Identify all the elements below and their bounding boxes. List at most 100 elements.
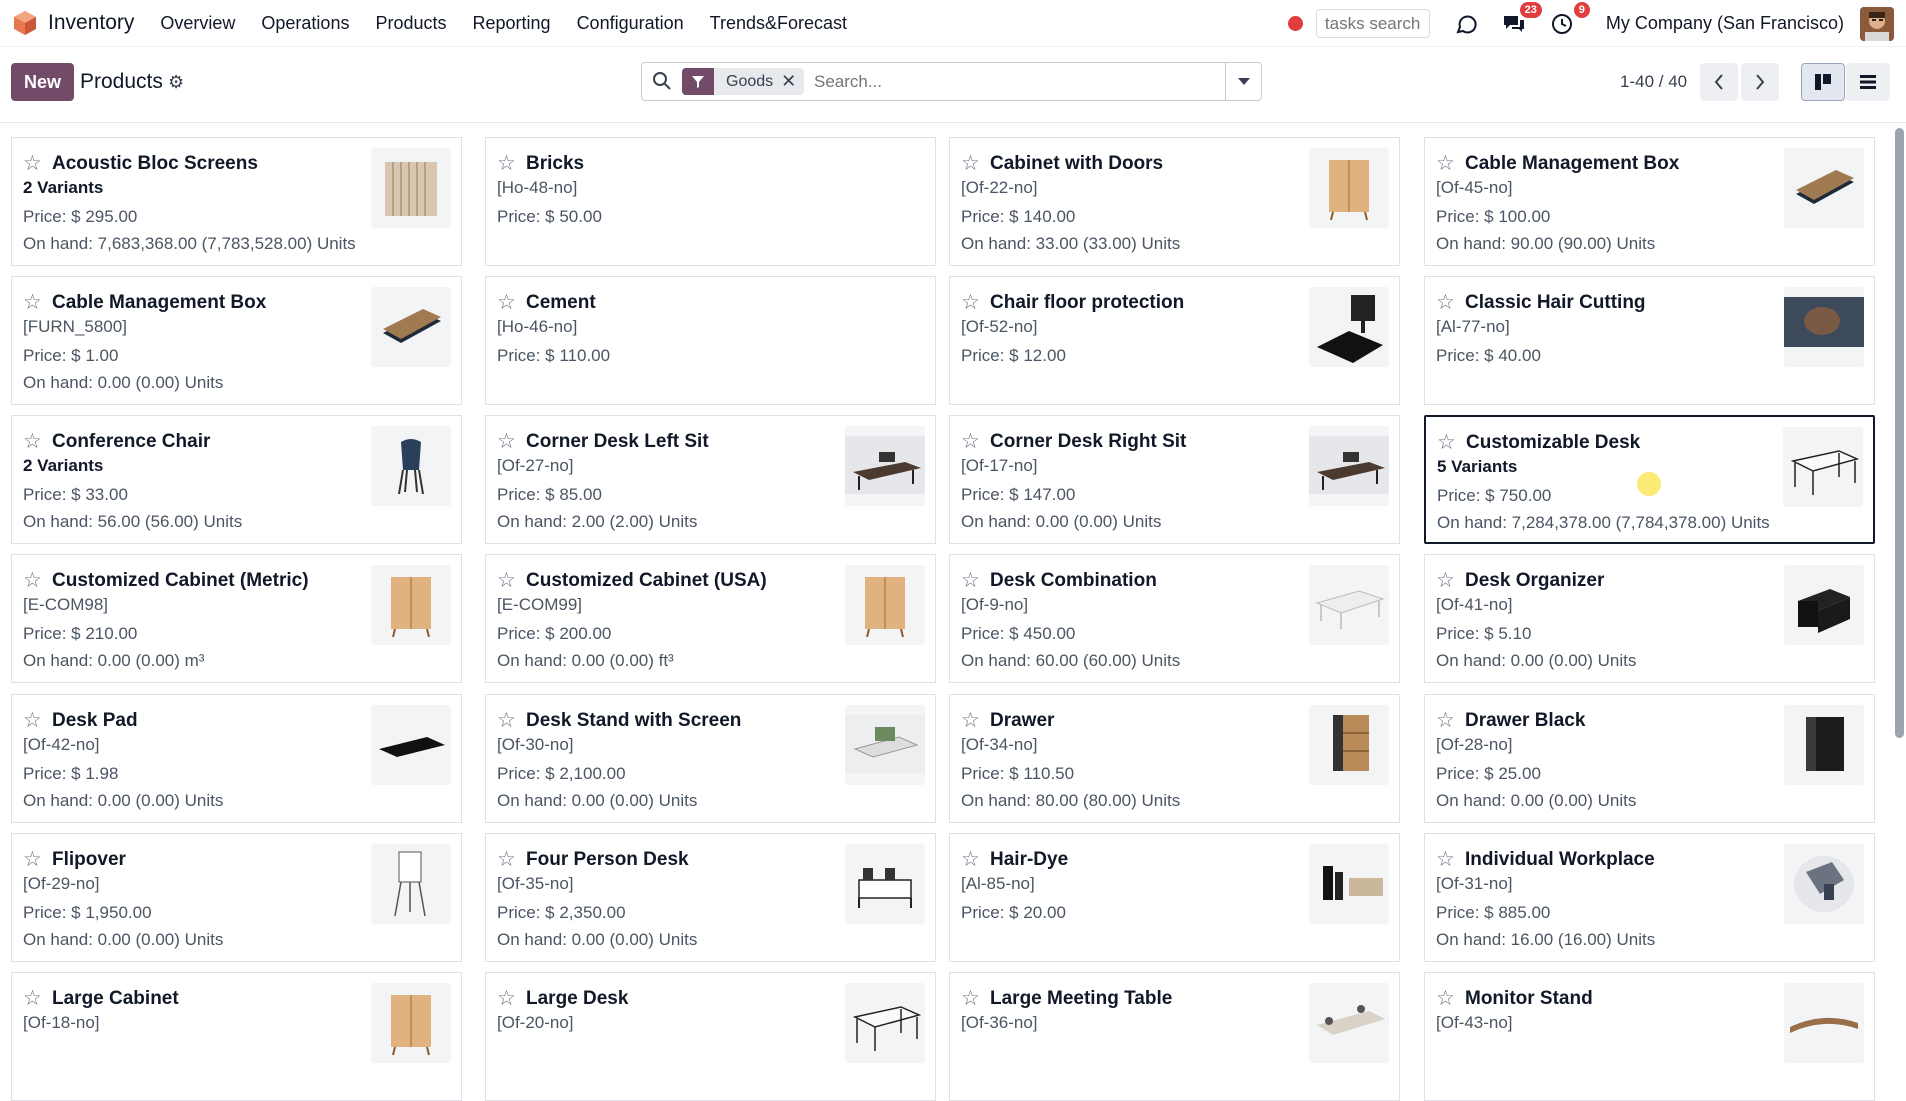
product-reference: [Of-52-no] xyxy=(961,317,1038,336)
product-name: Chair floor protection xyxy=(990,292,1185,313)
product-name: Large Desk xyxy=(526,988,629,1009)
product-price: Price: $ 140.00 xyxy=(961,207,1076,226)
product-name: Desk Combination xyxy=(990,570,1157,591)
product-image xyxy=(1784,705,1864,785)
favorite-star-icon[interactable]: ☆ xyxy=(23,429,42,454)
product-price: Price: $ 5.10 xyxy=(1436,624,1532,643)
product-name: Four Person Desk xyxy=(526,849,689,870)
product-price: Price: $ 2,100.00 xyxy=(497,764,626,783)
favorite-star-icon[interactable]: ☆ xyxy=(497,568,516,593)
favorite-star-icon[interactable]: ☆ xyxy=(1436,290,1455,315)
favorite-star-icon[interactable]: ☆ xyxy=(961,568,980,593)
product-card[interactable]: ☆ Monitor Stand [Of-43-no] xyxy=(1424,972,1875,1101)
favorite-star-icon[interactable]: ☆ xyxy=(497,429,516,454)
favorite-star-icon[interactable]: ☆ xyxy=(23,151,42,176)
product-reference: [Of-31-no] xyxy=(1436,874,1513,893)
product-name: Desk Stand with Screen xyxy=(526,710,742,731)
product-card[interactable]: ☆ Classic Hair Cutting [Al-77-no] Price: $ … xyxy=(1424,276,1875,405)
product-reference: [E-COM99] xyxy=(497,595,583,614)
product-price: Price: $ 12.00 xyxy=(961,346,1066,365)
favorite-star-icon[interactable]: ☆ xyxy=(1436,986,1455,1011)
favorite-star-icon[interactable]: ☆ xyxy=(961,847,980,872)
product-image xyxy=(1784,148,1864,228)
product-name: Cable Management Box xyxy=(1465,153,1680,174)
product-card[interactable]: ☆ Large Meeting Table [Of-36-no] xyxy=(949,972,1400,1101)
product-variants: 2 Variants xyxy=(23,178,104,197)
product-card[interactable]: ☆ Corner Desk Left Sit [Of-27-no] Price: $ … xyxy=(485,415,936,544)
product-reference: [Of-17-no] xyxy=(961,456,1038,475)
product-on-hand: On hand: 0.00 (0.00) Units xyxy=(497,930,698,949)
product-card[interactable]: ☆ Bricks [Ho-48-no] Price: $ 50.00 xyxy=(485,137,936,266)
product-reference: [Of-29-no] xyxy=(23,874,100,893)
favorite-star-icon[interactable]: ☆ xyxy=(961,290,980,315)
product-image xyxy=(1309,426,1389,506)
product-card[interactable]: ☆ Conference Chair 2 Variants Price: $ 33.0… xyxy=(11,415,462,544)
favorite-star-icon[interactable]: ☆ xyxy=(961,986,980,1011)
product-card[interactable]: ☆ Corner Desk Right Sit [Of-17-no] Price: $… xyxy=(949,415,1400,544)
product-image xyxy=(1309,844,1389,924)
favorite-star-icon[interactable]: ☆ xyxy=(497,708,516,733)
product-reference: [Of-27-no] xyxy=(497,456,574,475)
product-card[interactable]: ☆ Four Person Desk [Of-35-no] Price: $ 2,35… xyxy=(485,833,936,962)
product-card[interactable]: ☆ Desk Combination [Of-9-no] Price: $ 450.0… xyxy=(949,554,1400,683)
product-kanban-grid: ☆ Acoustic Bloc Screens 2 Variants Price: $… xyxy=(0,0,1906,1101)
favorite-star-icon[interactable]: ☆ xyxy=(23,708,42,733)
product-name: Classic Hair Cutting xyxy=(1465,292,1646,313)
product-card[interactable]: ☆ Cabinet with Doors [Of-22-no] Price: $ 14… xyxy=(949,137,1400,266)
product-on-hand: On hand: 2.00 (2.00) Units xyxy=(497,512,698,531)
product-card[interactable]: ☆ Chair floor protection [Of-52-no] Price: … xyxy=(949,276,1400,405)
favorite-star-icon[interactable]: ☆ xyxy=(1436,847,1455,872)
favorite-star-icon[interactable]: ☆ xyxy=(497,290,516,315)
favorite-star-icon[interactable]: ☆ xyxy=(1436,708,1455,733)
product-card[interactable]: ☆ Cable Management Box [Of-45-no] Price: $ … xyxy=(1424,137,1875,266)
favorite-star-icon[interactable]: ☆ xyxy=(497,847,516,872)
favorite-star-icon[interactable]: ☆ xyxy=(1437,430,1456,455)
product-name: Conference Chair xyxy=(52,431,211,452)
product-name: Flipover xyxy=(52,849,126,870)
product-card[interactable]: ☆ Large Cabinet [Of-18-no] xyxy=(11,972,462,1101)
favorite-star-icon[interactable]: ☆ xyxy=(497,986,516,1011)
product-name: Cabinet with Doors xyxy=(990,153,1164,174)
product-card[interactable]: ☆ Drawer Black [Of-28-no] Price: $ 25.00 On … xyxy=(1424,694,1875,823)
product-card[interactable]: ☆ Customized Cabinet (USA) [E-COM99] Price:… xyxy=(485,554,936,683)
product-image xyxy=(1309,705,1389,785)
product-card[interactable]: ☆ Desk Organizer [Of-41-no] Price: $ 5.10 On… xyxy=(1424,554,1875,683)
product-card[interactable]: ☆ Hair-Dye [Al-85-no] Price: $ 20.00 xyxy=(949,833,1400,962)
product-card[interactable]: ☆ Customized Cabinet (Metric) [E-COM98] Pri… xyxy=(11,554,462,683)
product-reference: [Of-28-no] xyxy=(1436,735,1513,754)
product-image xyxy=(1784,287,1864,367)
favorite-star-icon[interactable]: ☆ xyxy=(961,708,980,733)
favorite-star-icon[interactable]: ☆ xyxy=(23,568,42,593)
favorite-star-icon[interactable]: ☆ xyxy=(23,290,42,315)
product-on-hand: On hand: 7,284,378.00 (7,784,378.00) Uni… xyxy=(1437,513,1770,532)
favorite-star-icon[interactable]: ☆ xyxy=(497,151,516,176)
vertical-scrollbar[interactable] xyxy=(1895,128,1904,738)
product-card[interactable]: ☆ Cable Management Box [FURN_5800] Price: $… xyxy=(11,276,462,405)
product-image xyxy=(371,148,451,228)
product-card[interactable]: ☆ Individual Workplace [Of-31-no] Price: $ … xyxy=(1424,833,1875,962)
product-image xyxy=(845,844,925,924)
product-card[interactable]: ☆ Cement [Ho-46-no] Price: $ 110.00 xyxy=(485,276,936,405)
product-reference: [Of-41-no] xyxy=(1436,595,1513,614)
product-card[interactable]: ☆ Large Desk [Of-20-no] xyxy=(485,972,936,1101)
product-on-hand: On hand: 0.00 (0.00) Units xyxy=(23,373,224,392)
product-reference: [Ho-46-no] xyxy=(497,317,578,336)
product-card[interactable]: ☆ Desk Stand with Screen [Of-30-no] Price: … xyxy=(485,694,936,823)
product-reference: [Of-36-no] xyxy=(961,1013,1038,1032)
product-card[interactable]: ☆ Desk Pad [Of-42-no] Price: $ 1.98 On hand:… xyxy=(11,694,462,823)
product-image xyxy=(371,705,451,785)
product-price: Price: $ 450.00 xyxy=(961,624,1076,643)
favorite-star-icon[interactable]: ☆ xyxy=(1436,151,1455,176)
product-price: Price: $ 33.00 xyxy=(23,485,128,504)
product-reference: [Of-45-no] xyxy=(1436,178,1513,197)
favorite-star-icon[interactable]: ☆ xyxy=(23,986,42,1011)
favorite-star-icon[interactable]: ☆ xyxy=(23,847,42,872)
favorite-star-icon[interactable]: ☆ xyxy=(1436,568,1455,593)
favorite-star-icon[interactable]: ☆ xyxy=(961,429,980,454)
product-variants: 5 Variants xyxy=(1437,457,1518,476)
product-card[interactable]: ☆ Flipover [Of-29-no] Price: $ 1,950.00 On h… xyxy=(11,833,462,962)
product-on-hand: On hand: 0.00 (0.00) Units xyxy=(23,930,224,949)
favorite-star-icon[interactable]: ☆ xyxy=(961,151,980,176)
product-card[interactable]: ☆ Drawer [Of-34-no] Price: $ 110.50 On hand:… xyxy=(949,694,1400,823)
product-card[interactable]: ☆ Acoustic Bloc Screens 2 Variants Price: $… xyxy=(11,137,462,266)
